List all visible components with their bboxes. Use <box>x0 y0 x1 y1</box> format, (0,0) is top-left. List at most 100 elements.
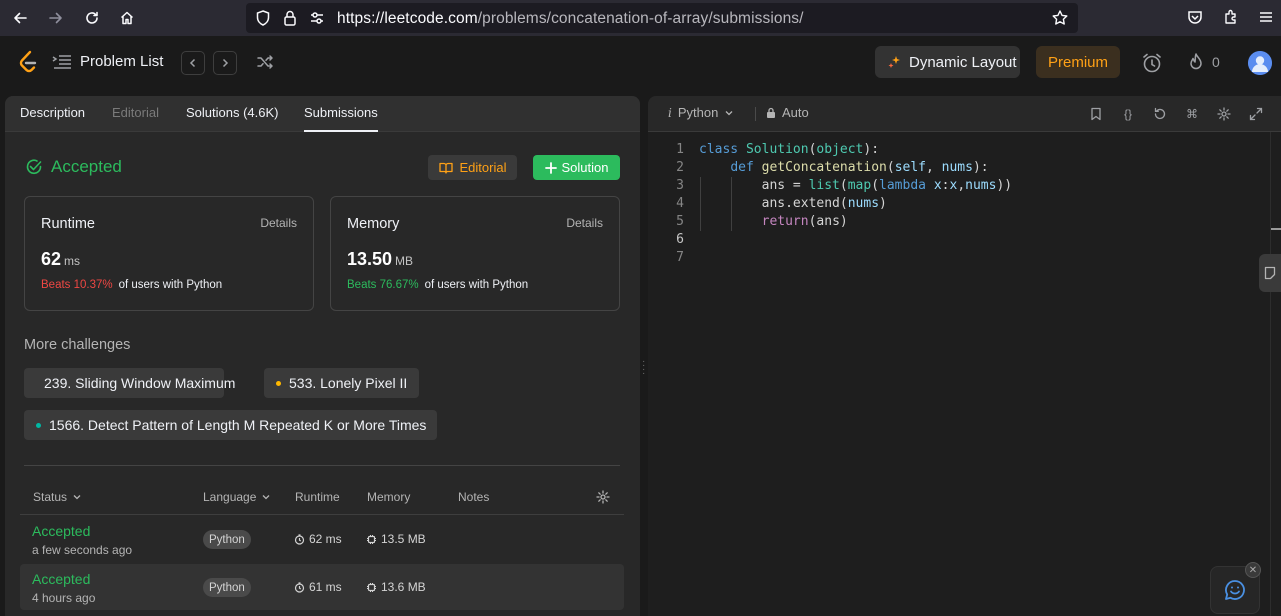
row-time: 4 hours ago <box>32 591 96 605</box>
url-domain: https://leetcode.com <box>337 10 478 27</box>
expand-icon[interactable] <box>1248 106 1264 122</box>
challenge-chip[interactable]: 533. Lonely Pixel II <box>264 368 419 398</box>
format-code-icon[interactable]: {} <box>1120 106 1136 122</box>
row-status[interactable]: Accepted <box>32 571 90 587</box>
extensions-icon[interactable] <box>1222 8 1242 28</box>
panel-resize-handle[interactable]: · · · · <box>642 357 645 379</box>
table-settings-icon[interactable] <box>596 490 610 504</box>
difficulty-dot <box>36 422 41 428</box>
url-bar[interactable]: https://leetcode.com/problems/concatenat… <box>246 3 1078 33</box>
chevron-right-icon <box>222 58 229 68</box>
language-select[interactable]: i Python <box>668 105 734 120</box>
row-time: a few seconds ago <box>32 543 133 557</box>
code-editor-panel: i Python Auto {} ⌘ 1 2 3 4 5 6 7 class S… <box>648 96 1281 616</box>
home-icon[interactable] <box>115 6 139 30</box>
shortcuts-icon[interactable]: ⌘ <box>1184 106 1200 122</box>
line-number: 4 <box>676 196 684 211</box>
pocket-icon[interactable] <box>1186 8 1206 28</box>
row-memory-value: 13.5 MB <box>381 532 426 546</box>
info-icon: i <box>668 105 672 120</box>
sparkle-icon <box>888 56 900 68</box>
flame-icon <box>1190 53 1202 70</box>
chip-icon <box>367 582 376 592</box>
dynamic-layout-label: Dynamic Layout <box>909 53 1017 71</box>
shield-icon[interactable] <box>254 9 272 27</box>
editorial-button[interactable]: Editorial <box>428 155 517 180</box>
line-number: 7 <box>676 250 684 265</box>
more-challenges-title: More challenges <box>24 337 131 353</box>
tab-editorial[interactable]: Editorial <box>112 105 159 120</box>
leetcode-logo-icon[interactable] <box>18 50 38 74</box>
problem-list-link[interactable]: Problem List <box>52 53 163 70</box>
permissions-icon[interactable] <box>308 9 326 27</box>
memory-beats-percent: Beats 76.67% <box>347 279 419 291</box>
settings-icon[interactable] <box>1216 106 1232 122</box>
solution-button[interactable]: Solution <box>533 155 620 180</box>
line-number: 1 <box>676 142 684 157</box>
row-status[interactable]: Accepted <box>32 523 90 539</box>
runtime-value: 62 <box>41 249 62 269</box>
editor-scrollbar[interactable] <box>1270 132 1281 616</box>
challenge-chip[interactable]: 1566. Detect Pattern of Length M Repeate… <box>24 410 437 440</box>
language-header-label: Language <box>203 490 257 504</box>
challenge-chip[interactable]: 239. Sliding Window Maximum <box>24 368 235 398</box>
memory-details-link[interactable]: Details <box>566 216 603 230</box>
user-icon <box>1248 51 1272 75</box>
shuffle-icon[interactable] <box>256 53 274 71</box>
clock-icon <box>294 581 305 593</box>
challenge-label: 533. Lonely Pixel II <box>289 375 408 391</box>
runtime-column-header: Runtime <box>295 490 340 504</box>
memory-column-header: Memory <box>367 490 411 504</box>
menu-icon[interactable] <box>1257 8 1277 28</box>
runtime-beats-text: of users with Python <box>118 279 223 291</box>
status-column-header[interactable]: Status <box>33 490 82 504</box>
streak-counter[interactable]: 0 <box>1188 53 1220 71</box>
divider <box>24 465 620 466</box>
app-header: Problem List Dynamic Layout Premium 0 <box>0 36 1281 88</box>
avatar[interactable] <box>1248 51 1272 75</box>
code-line: return(ans) <box>761 214 848 229</box>
auto-mode-toggle[interactable]: Auto <box>766 105 809 120</box>
line-number: 6 <box>676 232 684 247</box>
runtime-details-link[interactable]: Details <box>260 216 297 230</box>
reset-icon[interactable] <box>1152 106 1168 122</box>
next-problem-button[interactable] <box>213 51 237 75</box>
lock-icon <box>767 107 775 118</box>
tab-solutions[interactable]: Solutions (4.6K) <box>186 105 279 120</box>
prev-problem-button[interactable] <box>181 51 205 75</box>
premium-button[interactable]: Premium <box>1036 46 1120 78</box>
dynamic-layout-button[interactable]: Dynamic Layout <box>875 46 1020 78</box>
code-line: ans.extend(nums) <box>699 196 887 211</box>
lock-icon[interactable] <box>281 9 299 27</box>
tab-description[interactable]: Description <box>20 105 85 120</box>
alarm-clock-icon[interactable] <box>1141 52 1163 74</box>
memory-label: Memory <box>347 216 400 232</box>
line-number: 2 <box>676 160 684 175</box>
bookmark-star-icon[interactable] <box>1051 9 1069 27</box>
table-row[interactable]: Accepted a few seconds ago Python 62 ms … <box>20 516 624 562</box>
side-panel-toggle[interactable] <box>1259 254 1281 292</box>
table-divider <box>20 514 624 515</box>
result-status: Accepted <box>25 157 122 177</box>
memory-card[interactable]: Memory Details 13.50 MB Beats 76.67% of us… <box>330 196 620 311</box>
forward-icon[interactable] <box>44 6 68 30</box>
runtime-card[interactable]: Runtime Details 62 ms Beats 10.37% of user… <box>24 196 314 311</box>
status-header-label: Status <box>33 490 68 504</box>
plus-icon <box>544 161 557 174</box>
bookmark-icon[interactable] <box>1088 106 1104 122</box>
row-memory: 13.5 MB <box>366 532 426 546</box>
panel-tabs: Description Editorial Solutions (4.6K) S… <box>5 96 640 132</box>
table-row[interactable]: Accepted 4 hours ago Python 61 ms 13.6 M… <box>20 564 624 610</box>
runtime-beats-percent: Beats 10.37% <box>41 279 113 291</box>
language-column-header[interactable]: Language <box>203 490 271 504</box>
runtime-label: Runtime <box>41 216 95 232</box>
chat-close-button[interactable]: ✕ <box>1245 562 1261 578</box>
reload-icon[interactable] <box>80 6 104 30</box>
chevron-down-icon <box>73 495 81 500</box>
line-number: 5 <box>676 214 684 229</box>
row-runtime: 62 ms <box>294 532 342 546</box>
row-runtime-value: 62 ms <box>309 532 342 546</box>
back-icon[interactable] <box>8 6 32 30</box>
code-line: ans = list(map(lambda x:x,nums)) <box>699 178 1013 193</box>
tab-submissions[interactable]: Submissions <box>304 105 378 132</box>
